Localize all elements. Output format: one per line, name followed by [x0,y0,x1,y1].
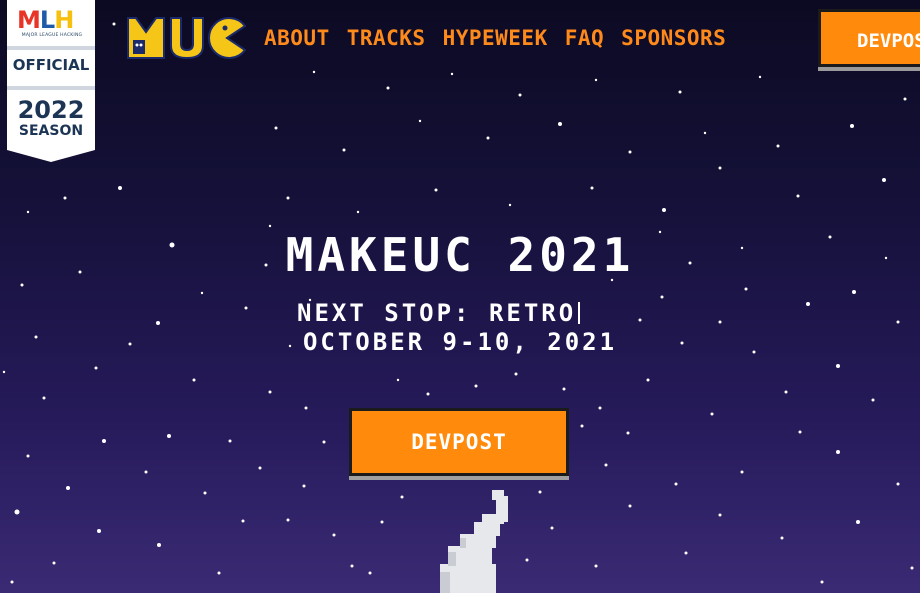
mlh-logo-h: H [54,6,74,34]
hero-tagline: NEXT STOP: RETRO [297,299,581,327]
hero-tagline-text: NEXT STOP: RETRO [297,299,577,327]
mlh-logo: MLH [17,6,74,34]
nav-devpost-button[interactable]: DEVPOST [818,9,920,67]
muc-logo-icon[interactable] [127,16,247,60]
nav-faq[interactable]: FAQ [565,24,604,52]
hero-devpost-button[interactable]: DEVPOST [349,408,569,476]
nav-tracks[interactable]: TRACKS [347,24,426,52]
badge-year: 2022 [17,96,85,124]
hero-title: MAKEUC 2021 [285,228,635,282]
main-nav: ABOUT TRACKS HYPEWEEK FAQ SPONSORS [264,24,743,52]
nav-hypeweek[interactable]: HYPEWEEK [443,24,548,52]
typing-cursor [578,302,581,324]
mlh-official-badge[interactable]: MLH MAJOR LEAGUE HACKING OFFICIAL 2022 S… [7,0,95,162]
mlh-logo-m: M [17,6,41,34]
nav-sponsors[interactable]: SPONSORS [621,24,726,52]
rocket-icon [440,490,508,593]
mlh-subtitle: MAJOR LEAGUE HACKING [21,33,83,38]
nav-about[interactable]: ABOUT [264,24,330,52]
badge-season: SEASON [18,123,84,139]
hero-date: OCTOBER 9-10, 2021 [302,328,618,356]
mlh-logo-l: L [39,6,55,34]
badge-official: OFFICIAL [12,56,90,74]
